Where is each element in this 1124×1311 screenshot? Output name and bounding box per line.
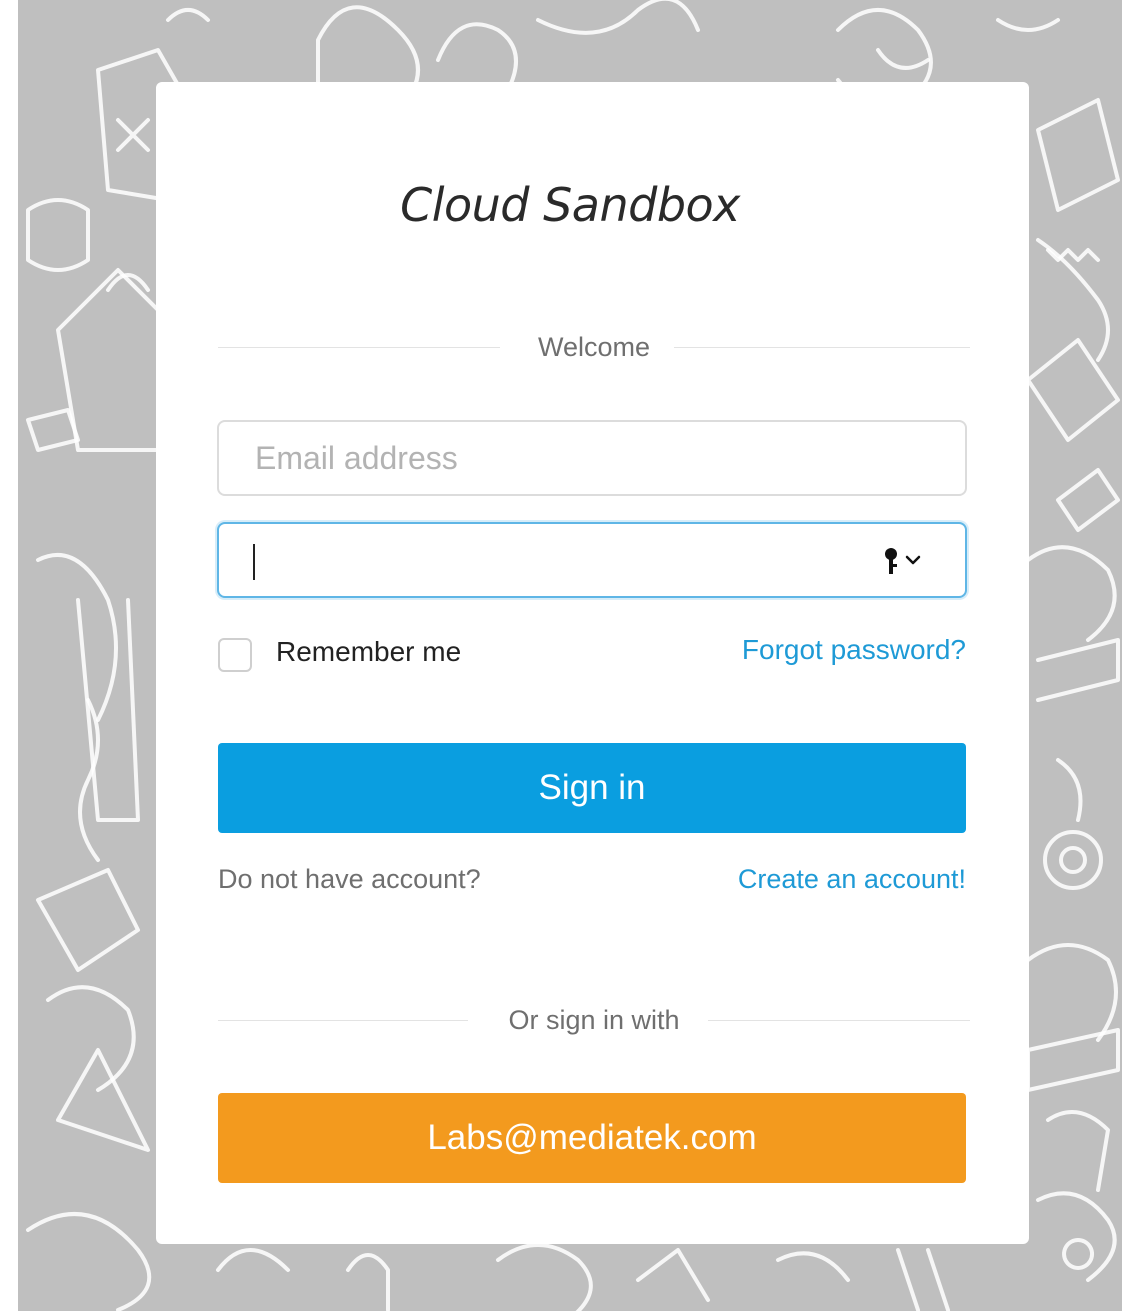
- key-icon[interactable]: [881, 546, 931, 576]
- remember-checkbox[interactable]: [218, 638, 252, 672]
- remember-row: Remember me Forgot password?: [218, 632, 968, 676]
- account-row: Do not have account? Create an account!: [218, 864, 968, 904]
- welcome-label: Welcome: [537, 332, 651, 362]
- alt-signin-label: Or sign in with: [508, 1005, 680, 1035]
- chevron-down-icon: [905, 555, 921, 565]
- sso-signin-button[interactable]: Labs@mediatek.com: [218, 1093, 966, 1183]
- password-input[interactable]: [217, 522, 967, 598]
- text-caret: [253, 544, 255, 580]
- alt-signin-divider: Or sign in with: [218, 1003, 970, 1037]
- forgot-password-link[interactable]: Forgot password?: [742, 634, 966, 666]
- app-title: Cloud Sandbox: [400, 178, 740, 232]
- background-pattern: Cloud Sandbox Welcome Email address Reme…: [18, 0, 1122, 1311]
- welcome-divider: Welcome: [218, 330, 970, 364]
- no-account-text: Do not have account?: [218, 864, 481, 894]
- sign-in-button[interactable]: Sign in: [218, 743, 966, 833]
- email-input[interactable]: Email address: [217, 420, 967, 496]
- email-placeholder: Email address: [255, 440, 458, 476]
- remember-label[interactable]: Remember me: [276, 636, 461, 668]
- create-account-link[interactable]: Create an account!: [738, 864, 966, 895]
